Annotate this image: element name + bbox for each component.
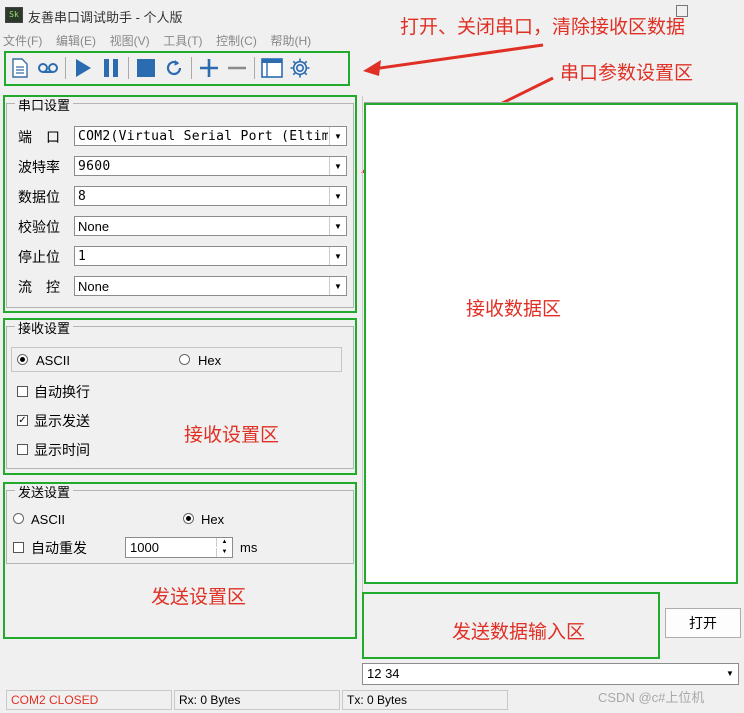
stopbits-select[interactable]: 1 ▼ [74,246,347,266]
receive-data-highlight-box [364,103,738,584]
resend-interval-value: 1000 [130,540,159,555]
app-icon: Sk [5,7,23,23]
menu-file[interactable]: 文件(F) [3,32,42,49]
toolbar-highlight-box [4,51,350,86]
show-time-label: 显示时间 [34,442,90,458]
baud-select[interactable]: 9600 ▼ [74,156,347,176]
serial-settings-rows: 端 口 COM2(Virtual Serial Port (Eltima ▼ 波… [6,103,354,308]
serial-params-annotation: 串口参数设置区 [560,63,694,84]
auto-newline-label: 自动换行 [34,384,90,400]
menu-tools[interactable]: 工具(T) [163,32,202,49]
chevron-down-icon[interactable]: ▼ [329,187,346,205]
receive-settings-annotation: 接收设置区 [184,425,280,446]
send-input-annotation: 发送数据输入区 [452,622,586,643]
baud-value: 9600 [78,159,111,174]
databits-select[interactable]: 8 ▼ [74,186,347,206]
menu-control[interactable]: 控制(C) [216,32,257,49]
databits-label: 数据位 [18,189,60,205]
open-port-button[interactable]: 打开 [665,608,741,638]
menu-bar: 文件(F) 编辑(E) 视图(V) 工具(T) 控制(C) 帮助(H) [0,32,321,50]
databits-value: 8 [78,189,87,204]
auto-resend-label: 自动重发 [31,540,87,556]
show-send-label: 显示发送 [34,413,90,429]
window-title: 友善串口调试助手 - 个人版 [28,10,183,25]
resend-interval-stepper[interactable]: 1000 ▲ ▼ [125,537,233,558]
tx-counter: Tx: 0 Bytes [342,690,508,710]
chevron-down-icon[interactable]: ▼ [329,127,346,145]
stepper-up-icon[interactable]: ▲ [216,538,232,547]
send-ascii-radio[interactable] [13,513,24,524]
port-label: 端 口 [18,129,60,145]
resend-interval-unit: ms [240,540,258,555]
auto-resend-checkbox[interactable] [13,542,24,553]
watermark: CSDN @c#上位机 [598,690,705,705]
stopbits-value: 1 [78,249,87,264]
receive-ascii-label: ASCII [36,353,70,368]
menu-view[interactable]: 视图(V) [110,32,150,49]
send-hex-radio[interactable] [183,513,194,524]
receive-hex-radio[interactable] [179,354,190,365]
receive-hex-label: Hex [198,353,222,368]
chevron-down-icon[interactable]: ▼ [329,157,346,175]
parity-select[interactable]: None ▼ [74,216,347,236]
show-send-checkbox[interactable]: ✓ [17,415,28,426]
receive-ascii-radio[interactable] [17,354,28,365]
baud-label: 波特率 [18,159,60,175]
splitter[interactable] [362,96,363,656]
flowcontrol-value: None [78,279,110,294]
chevron-down-icon[interactable]: ▼ [329,277,346,295]
receive-data-annotation: 接收数据区 [466,299,562,320]
stepper-down-icon[interactable]: ▼ [216,548,232,557]
send-history-select[interactable]: 12 34 ▼ [362,663,739,685]
auto-newline-checkbox[interactable] [17,386,28,397]
port-status: COM2 CLOSED [6,690,172,710]
menu-edit[interactable]: 编辑(E) [56,32,96,49]
port-value: COM2(Virtual Serial Port (Eltima [78,129,328,144]
send-ascii-label: ASCII [31,512,65,527]
parity-value: None [78,219,110,234]
stopbits-label: 停止位 [18,249,60,265]
send-settings-highlight-box [3,482,357,639]
flowcontrol-select[interactable]: None ▼ [74,276,347,296]
flowcontrol-label: 流 控 [18,279,60,295]
chevron-down-icon[interactable]: ▼ [329,247,346,265]
port-select[interactable]: COM2(Virtual Serial Port (Eltima ▼ [74,126,347,146]
menu-help[interactable]: 帮助(H) [270,32,311,49]
chevron-down-icon[interactable]: ▼ [329,217,346,235]
chevron-down-icon[interactable]: ▼ [722,664,738,684]
parity-label: 校验位 [18,219,60,235]
send-hex-label: Hex [201,512,225,527]
show-time-checkbox[interactable] [17,444,28,455]
send-settings-annotation: 发送设置区 [151,587,247,608]
send-history-value: 12 34 [367,666,400,681]
rx-counter: Rx: 0 Bytes [174,690,340,710]
